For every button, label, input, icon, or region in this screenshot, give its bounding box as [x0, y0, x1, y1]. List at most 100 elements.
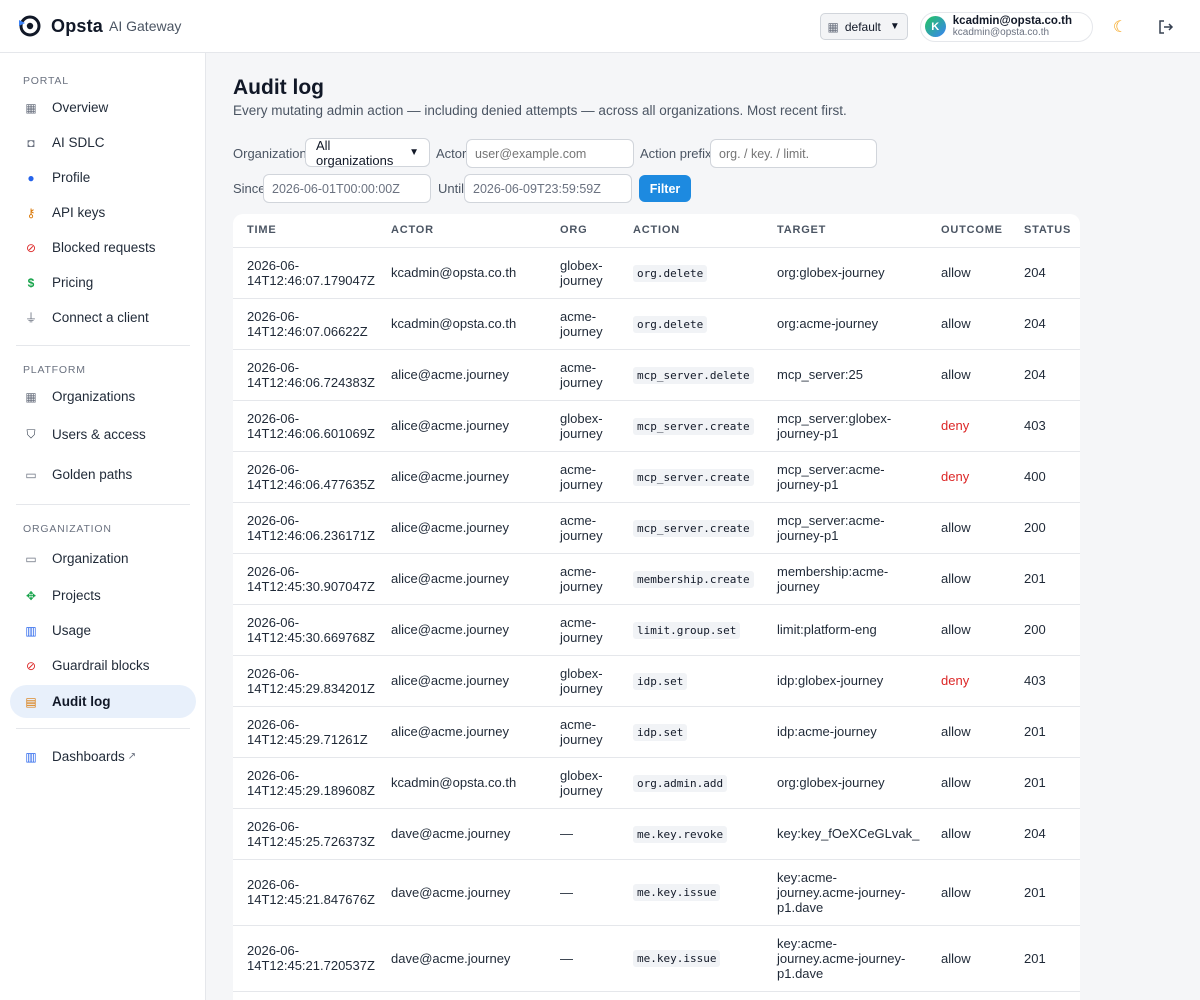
until-filter-label: Until [438, 181, 465, 196]
status-code: 204 [1024, 316, 1046, 331]
org-filter-value: All organizations [316, 137, 394, 168]
org-switcher[interactable]: ▦ default ▼ [819, 13, 908, 40]
cell-action: org.delete [619, 298, 763, 350]
sidebar-item-dashboards[interactable]: ▥ Dashboards ↗ [10, 740, 196, 773]
status-code: 201 [1024, 950, 1046, 966]
org-line: journey [560, 782, 603, 798]
action-code: me.key.revoke [633, 825, 728, 843]
action-code: mcp_server.delete [633, 366, 754, 384]
prohibited-icon: ⊘ [25, 240, 37, 255]
filter-button[interactable]: Filter [639, 175, 691, 202]
cell-time: 2026-06- 14T12:45:30.669768Z [233, 604, 377, 656]
org-line: globex- [560, 257, 603, 273]
column-header-org[interactable]: ORG [546, 214, 619, 248]
sidebar-item-blocked-requests[interactable]: ⊘ Blocked requests [10, 231, 196, 264]
sidebar-item-overview[interactable]: ▦ Overview [10, 91, 196, 124]
actor-filter-input[interactable] [466, 139, 634, 168]
time-line: 14T12:45:29.834201Z [247, 680, 375, 696]
user-menu[interactable]: K kcadmin@opsta.co.th kcadmin@opsta.co.t… [919, 11, 1093, 42]
sidebar-item-api-keys[interactable]: ⚷ API keys [10, 196, 196, 229]
time-line: 2026-06- [247, 512, 300, 528]
cell-action: mcp_server.create [619, 451, 763, 503]
time-line: 14T12:46:06.477635Z [247, 476, 375, 492]
opsta-logo-icon [17, 14, 41, 38]
action-code: membership.create [633, 570, 754, 588]
org-line: acme- [560, 461, 597, 477]
time-line: 14T12:45:29.189608Z [247, 782, 375, 798]
target-line: membership:acme- [777, 563, 889, 579]
table-row: 2026-06- 14T12:45:29.834201Z alice@acme.jo… [233, 655, 1080, 707]
sidebar-item-label: Pricing [52, 275, 94, 290]
until-filter-input[interactable] [464, 174, 632, 203]
cell-target: idp:globex-journey [763, 655, 927, 707]
column-header-status[interactable]: STATUS [1010, 214, 1080, 248]
outcome-badge: allow [941, 265, 971, 280]
column-header-actor[interactable]: ACTOR [377, 214, 546, 248]
action-prefix-input[interactable] [710, 139, 877, 168]
brand[interactable]: Opsta AI Gateway [17, 14, 181, 38]
sidebar-item-audit-log[interactable]: ▤ Audit log [10, 685, 196, 718]
outcome-badge: allow [941, 520, 971, 535]
column-header-time[interactable]: TIME [233, 214, 377, 248]
sidebar-item-pricing[interactable]: $ Pricing [10, 266, 196, 299]
bar-chart-icon: ▥ [25, 749, 37, 764]
logout-icon[interactable] [1157, 18, 1175, 36]
sidebar-item-profile[interactable]: ● Profile [10, 161, 196, 194]
cell-action: limit.group.set [619, 604, 763, 656]
cell-target: org:acme-journey [763, 298, 927, 350]
target-line: p1.dave [777, 899, 824, 915]
cell-actor: kcadmin@opsta.co.th [377, 757, 546, 809]
sidebar-item-connect-client[interactable]: ⏚ Connect a client [10, 301, 196, 334]
sidebar-item-guardrail-blocks[interactable]: ⊘ Guardrail blocks [10, 649, 196, 682]
cell-target: key:acme-journey.acme-journey-p1.dave [763, 925, 927, 992]
cell-outcome: deny [927, 655, 1010, 707]
outcome-badge: allow [941, 826, 971, 841]
column-header-outcome[interactable]: OUTCOME [927, 214, 1010, 248]
user-name: kcadmin@opsta.co.th [952, 14, 1072, 27]
target-line: journey [777, 578, 820, 594]
sidebar-item-golden-paths[interactable]: ▭ Golden paths [10, 458, 196, 491]
column-header-target[interactable]: TARGET [763, 214, 927, 248]
sidebar-divider [16, 504, 190, 505]
since-filter-input[interactable] [263, 174, 431, 203]
cell-outcome: allow [927, 604, 1010, 656]
sidebar-item-label: Connect a client [52, 310, 149, 325]
cell-org: globex-journey [546, 400, 619, 452]
sidebar-item-organization[interactable]: ▭ Organization [10, 542, 196, 575]
org-filter-select[interactable]: All organizations ▼ [305, 137, 430, 168]
sidebar-item-users-access[interactable]: ⛉ Users & access [10, 418, 196, 451]
column-header-action[interactable]: ACTION [619, 214, 763, 248]
time-line: 2026-06- [247, 308, 300, 324]
org-line: journey [560, 578, 603, 594]
moon-icon[interactable]: ☾ [1111, 17, 1129, 37]
page-title: Audit log [233, 76, 324, 99]
robot-icon: ◘ [27, 135, 35, 150]
table-row: 2026-06- 14T12:45:21.720537Z dave@acme.jou… [233, 925, 1080, 992]
actor-filter-label: Actor [436, 146, 467, 161]
target-line: mcp_server:globex- [777, 410, 892, 426]
target-line: mcp_server:25 [777, 367, 863, 382]
cell-org: globex-journey [546, 757, 619, 809]
table-header-row: TIME ACTOR ORG ACTION TARGET OUTCOME STA… [233, 214, 1080, 248]
cell-org: acme-journey [546, 349, 619, 401]
org-line: acme- [560, 308, 597, 324]
table-row: 2026-06- 14T12:46:06.601069Z alice@acme.jo… [233, 400, 1080, 452]
cell-org: acme-journey [546, 502, 619, 554]
time-line: 2026-06- [247, 563, 300, 579]
avatar: K [924, 16, 946, 37]
cell-time: 2026-06- 14T12:46:07.179047Z [233, 247, 377, 299]
actor-text: dave@acme.journey [391, 826, 511, 841]
sidebar-item-ai-sdlc[interactable]: ◘ AI SDLC [10, 126, 196, 159]
cell-action: me.key.revoke [619, 808, 763, 860]
org-line: journey [560, 476, 603, 492]
sidebar-item-usage[interactable]: ▥ Usage [10, 614, 196, 647]
time-line: 14T12:45:29.71261Z [247, 731, 368, 747]
org-line: journey [560, 731, 603, 747]
sidebar-item-projects[interactable]: ✥ Projects [10, 579, 196, 612]
sidebar-item-organizations[interactable]: ▦ Organizations [10, 380, 196, 413]
org-line: acme- [560, 512, 597, 528]
table-row: 2026-06- 14T12:46:06.236171Z alice@acme.jo… [233, 502, 1080, 554]
cell-outcome: allow [927, 298, 1010, 350]
cell-status: 403 [1010, 655, 1080, 707]
target-line: journey-p1 [777, 476, 839, 492]
